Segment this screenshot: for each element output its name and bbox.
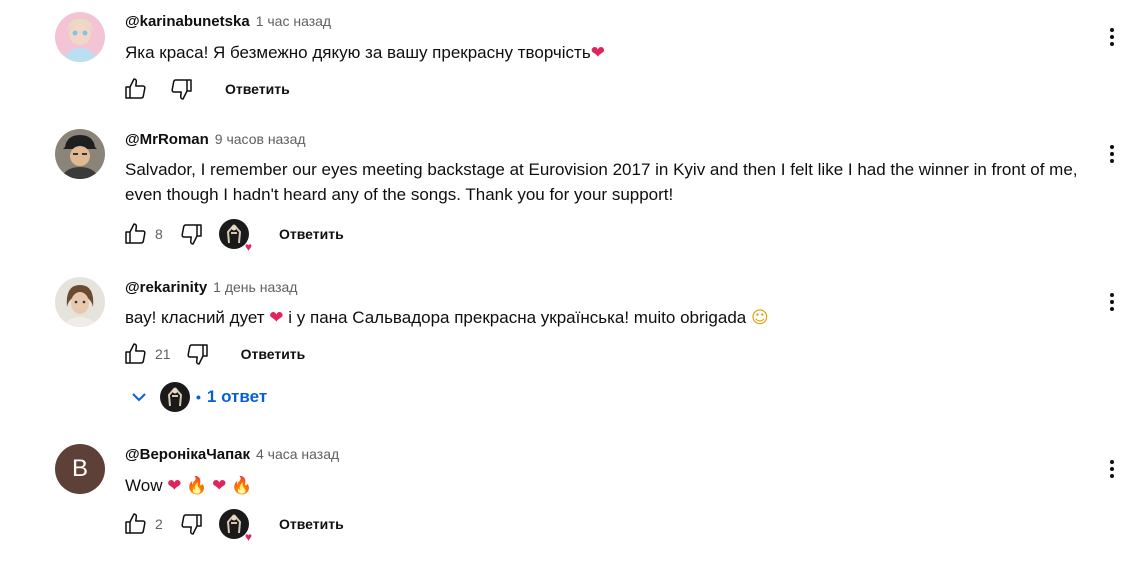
creator-heart-icon: ♥ [219, 219, 252, 253]
comment-timestamp[interactable]: 1 день назад [213, 279, 297, 295]
thumb-down-icon[interactable] [179, 221, 205, 247]
comment-timestamp[interactable]: 4 часа назад [256, 446, 339, 462]
comment-text: вау! класний дует ❤ і у пана Сальвадора … [125, 305, 1085, 331]
comment-text-part: вау! класний дует [125, 308, 265, 327]
heart-emoji-icon: ❤ [167, 476, 182, 496]
like-count: 8 [155, 226, 163, 242]
thumb-up-icon[interactable] [122, 341, 148, 367]
thumb-up-icon[interactable] [122, 76, 148, 102]
comment-text: Яка краса! Я безмежно дякую за вашу прек… [125, 40, 1085, 66]
comment-menu-icon[interactable] [1100, 142, 1124, 166]
comment-timestamp[interactable]: 9 часов назад [215, 131, 306, 147]
avatar[interactable]: В [55, 444, 105, 494]
avatar-letter: В [71, 455, 88, 482]
comment-author[interactable]: @MrRoman [125, 131, 209, 148]
comment-text: Wow ❤ 🔥 ❤ 🔥 [125, 473, 1085, 499]
comment-author[interactable]: @ВеронікаЧапак [125, 446, 250, 463]
thumb-down-icon[interactable] [169, 76, 195, 102]
thumb-down-icon[interactable] [185, 341, 211, 367]
like-count: 21 [155, 346, 171, 362]
comment-menu-icon[interactable] [1100, 25, 1124, 49]
reply-button[interactable]: Ответить [241, 346, 306, 362]
reply-button[interactable]: Ответить [279, 516, 344, 532]
view-replies-button[interactable]: • 1 ответ [130, 380, 267, 414]
heart-emoji-icon: ❤ [590, 43, 605, 63]
avatar[interactable] [55, 129, 105, 179]
reply-button[interactable]: Ответить [279, 226, 344, 242]
comment-actions: 8 ♥ Ответить [122, 219, 344, 253]
thumb-down-icon[interactable] [179, 511, 205, 537]
heart-emoji-icon: ❤ [212, 476, 227, 496]
comment-menu-icon[interactable] [1100, 457, 1124, 481]
comment-text-body: Wow [125, 476, 163, 495]
like-count: 2 [155, 516, 163, 532]
chevron-down-icon [130, 388, 148, 406]
separator-dot: • [196, 389, 201, 405]
replies-count-label: 1 ответ [206, 387, 268, 406]
creator-heart-icon: ♥ [219, 509, 252, 543]
fire-emoji-icon: 🔥 [186, 476, 208, 496]
comment-text-part: і у пана Сальвадора прекрасна українська… [288, 308, 747, 327]
avatar[interactable] [55, 277, 105, 327]
comment-timestamp[interactable]: 1 час назад [256, 13, 331, 29]
creator-avatar [160, 382, 190, 412]
reply-button[interactable]: Ответить [225, 81, 290, 97]
thumb-up-icon[interactable] [122, 511, 148, 537]
comment-text-body: Яка краса! Я безмежно дякую за вашу прек… [125, 43, 591, 62]
comment-actions: 21 Ответить [122, 339, 305, 369]
comment-actions: 2 ♥ Ответить [122, 509, 344, 543]
thumb-up-icon[interactable] [122, 221, 148, 247]
comment-author[interactable]: @rekarinity [125, 279, 207, 296]
smiling-emoji-icon: ☺ [750, 308, 769, 328]
fire-emoji-icon: 🔥 [231, 476, 253, 496]
comment-actions: Ответить [122, 74, 290, 104]
heart-emoji-icon: ❤ [269, 308, 284, 328]
avatar[interactable] [55, 12, 105, 62]
comment-menu-icon[interactable] [1100, 290, 1124, 314]
comment-text: Salvador, I remember our eyes meeting ba… [125, 160, 1078, 204]
comment-author[interactable]: @karinabunetska [125, 13, 250, 30]
